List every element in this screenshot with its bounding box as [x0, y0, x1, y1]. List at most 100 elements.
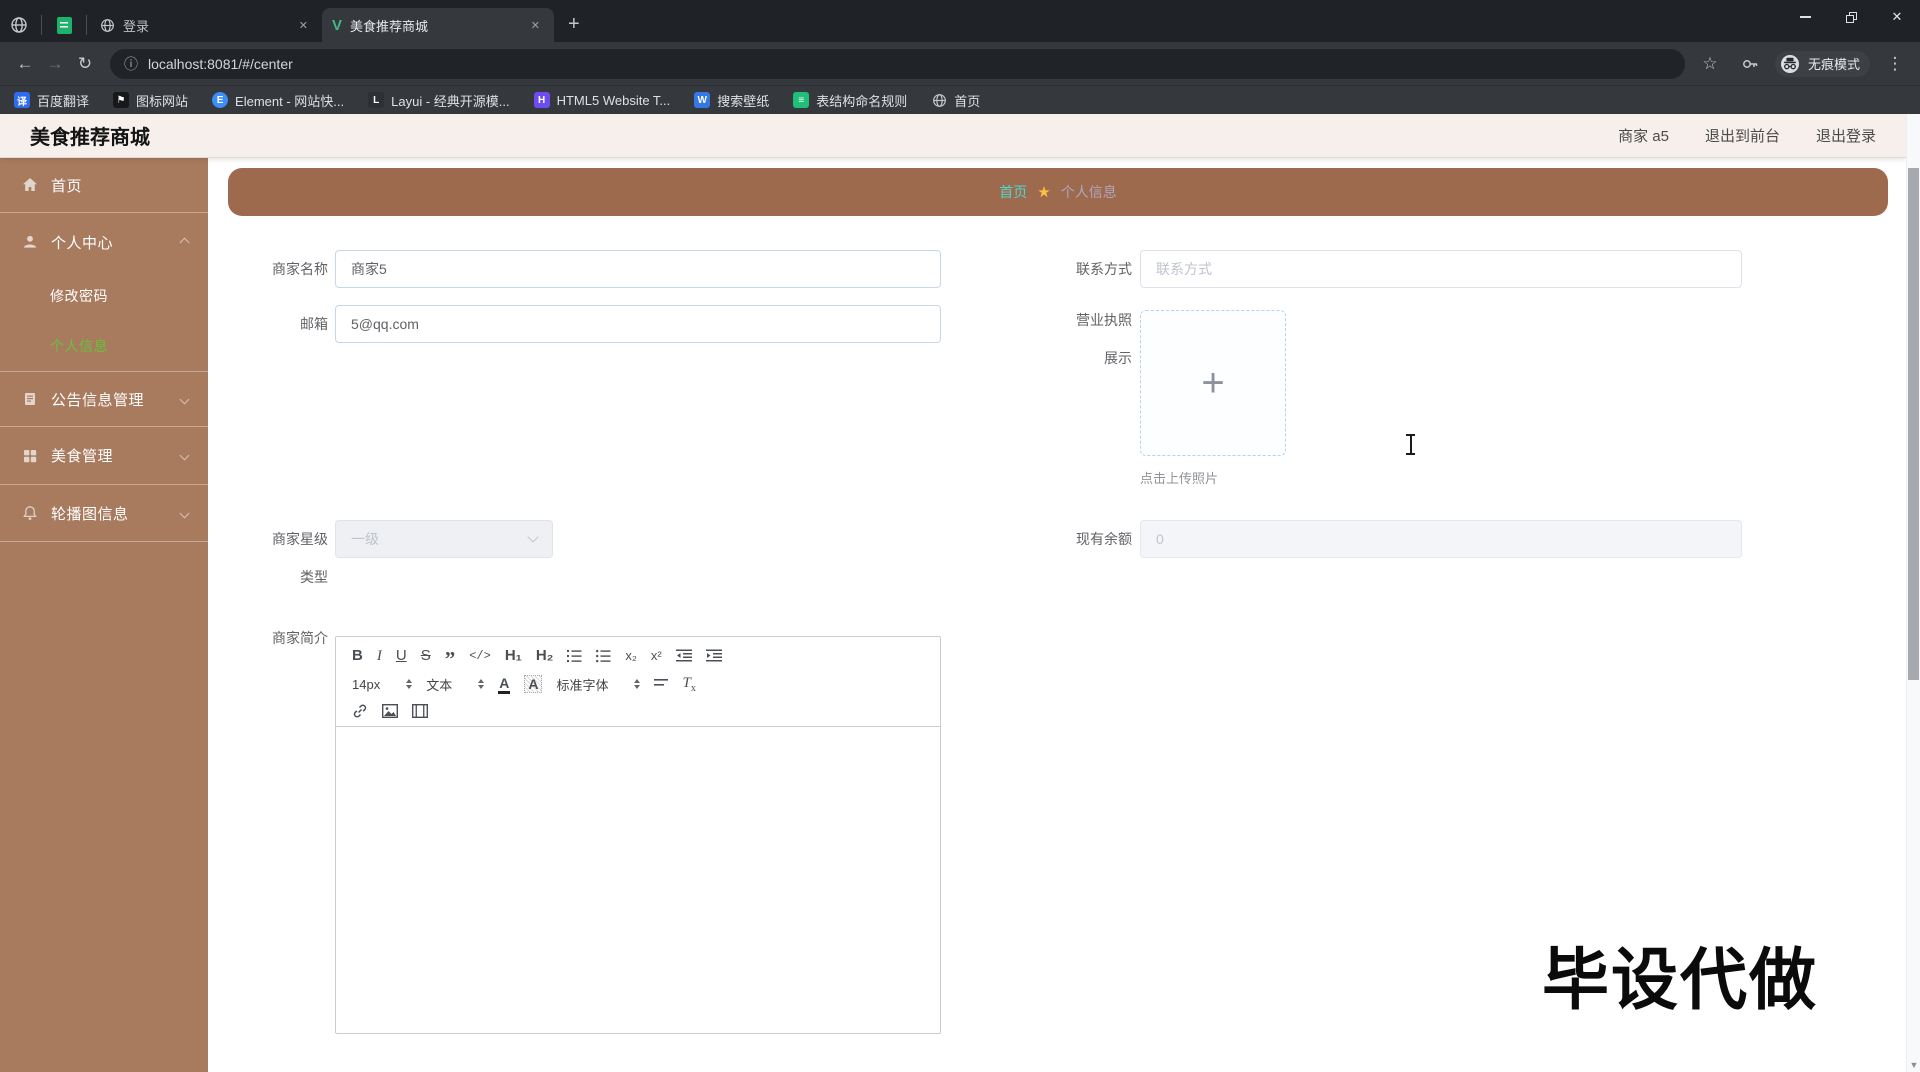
outdent-icon[interactable]	[675, 649, 692, 663]
site-info-icon[interactable]: ⓘ	[124, 54, 138, 74]
sidebar-item-home[interactable]: 首页	[0, 158, 208, 213]
browser-tab-strip: 登录 ✕ V 美食推荐商城 ✕ + ✕	[0, 0, 1920, 42]
license-label-line1: 营业执照	[1076, 312, 1132, 328]
font-family-picker[interactable]: 标准字体	[556, 675, 641, 694]
contact-label: 联系方式	[1076, 261, 1132, 277]
star-level-label-line1: 商家星级	[272, 531, 328, 547]
sidebar-item-carousel-info[interactable]: 轮播图信息	[0, 485, 208, 542]
scrollbar-down-arrow-icon[interactable]: ▼	[1907, 1060, 1920, 1070]
merchant-name-input[interactable]	[335, 250, 941, 288]
logout-link[interactable]: 退出登录	[1816, 125, 1876, 146]
text-color-icon[interactable]: A	[498, 675, 511, 694]
header-1-icon[interactable]: H₁	[505, 647, 522, 665]
balance-label: 现有余额	[1076, 531, 1132, 547]
contact-input[interactable]	[1140, 250, 1742, 288]
bookmark-label: 图标网站	[136, 93, 189, 109]
blockquote-icon[interactable]: ”	[445, 646, 456, 670]
tab-close-icon[interactable]: ✕	[295, 17, 312, 34]
breadcrumb: 首页 ★ 个人信息	[228, 168, 1888, 216]
bookmark-table-naming[interactable]: ≡ 表结构命名规则	[793, 91, 907, 110]
bookmark-element[interactable]: E Element - 网站快...	[212, 91, 344, 110]
breadcrumb-home-link[interactable]: 首页	[999, 182, 1027, 202]
pinned-tab-1[interactable]	[0, 8, 38, 42]
browser-menu-icon[interactable]: ⋮	[1880, 49, 1910, 79]
strikethrough-icon[interactable]: S	[421, 647, 431, 665]
header-2-icon[interactable]: H₂	[536, 647, 554, 665]
license-upload-dropzone[interactable]: +	[1140, 310, 1286, 456]
bookmark-label: 搜索壁纸	[717, 93, 770, 109]
email-label: 邮箱	[300, 316, 328, 332]
email-input[interactable]	[335, 305, 941, 343]
italic-icon[interactable]: I	[377, 647, 382, 665]
bookmark-star-icon[interactable]: ☆	[1695, 49, 1725, 79]
close-button[interactable]: ✕	[1874, 0, 1920, 34]
exit-to-front-link[interactable]: 退出到前台	[1705, 125, 1780, 146]
underline-icon[interactable]: U	[396, 647, 407, 665]
star-level-select[interactable]: 一级	[335, 520, 553, 558]
carousel-bell-icon	[23, 506, 37, 520]
bold-icon[interactable]: B	[352, 647, 363, 665]
star-icon: ★	[1037, 184, 1051, 201]
image-icon[interactable]	[382, 703, 398, 718]
text-style-picker[interactable]: 文本	[426, 675, 485, 694]
bookmark-baidu-translate[interactable]: 译 百度翻译	[14, 91, 89, 110]
bookmark-label: 首页	[954, 93, 981, 109]
upload-hint: 点击上传照片	[1140, 471, 1219, 486]
bookmark-wallpaper[interactable]: W 搜索壁纸	[694, 91, 769, 110]
tab-close-icon[interactable]: ✕	[527, 17, 544, 34]
link-icon[interactable]	[352, 703, 368, 719]
address-bar[interactable]: ⓘ localhost:8081/#/center	[110, 48, 1685, 79]
sidebar-item-change-password[interactable]: 修改密码	[0, 271, 208, 320]
bookmark-favicon: H	[533, 92, 550, 108]
forward-button[interactable]: →	[40, 49, 70, 79]
editor-toolbar-row-3	[352, 703, 924, 719]
bookmark-home[interactable]: 首页	[931, 91, 980, 110]
code-block-icon[interactable]: </>	[469, 649, 491, 663]
sheet-icon	[56, 16, 72, 34]
scrollbar-thumb[interactable]	[1908, 168, 1919, 680]
editor-toolbar-row-2: 14px 文本 A A 标准字体 Tx	[352, 675, 924, 694]
bookmark-favicon: L	[368, 92, 385, 108]
bookmark-html5[interactable]: H HTML5 Website T...	[533, 92, 670, 108]
tab-divider	[86, 15, 87, 35]
password-key-icon[interactable]	[1735, 49, 1765, 79]
sidebar-item-food-management[interactable]: 美食管理	[0, 427, 208, 485]
tab-login[interactable]: 登录 ✕	[90, 8, 322, 42]
font-size-picker[interactable]: 14px	[352, 677, 413, 692]
editor-content[interactable]	[336, 727, 940, 1033]
restore-icon	[1845, 11, 1857, 23]
globe-icon	[101, 18, 114, 32]
subscript-icon[interactable]: x₂	[625, 648, 637, 664]
bookmark-icon-site[interactable]: ⚑ 图标网站	[113, 91, 188, 110]
chevron-down-icon	[179, 450, 190, 461]
ordered-list-icon[interactable]	[567, 649, 582, 663]
reload-button[interactable]: ↻	[70, 49, 100, 79]
video-icon[interactable]	[412, 703, 428, 718]
highlight-color-icon[interactable]: A	[524, 675, 543, 694]
superscript-icon[interactable]: x²	[651, 648, 662, 664]
new-tab-button[interactable]: +	[554, 14, 594, 42]
sidebar-item-personal-center[interactable]: 个人中心	[0, 213, 208, 271]
updown-caret-icon	[478, 679, 485, 690]
screen: 登录 ✕ V 美食推荐商城 ✕ + ✕ ← → ↻ ⓘ localhost:80…	[0, 0, 1920, 1072]
sidebar-item-label: 首页	[51, 177, 83, 195]
line-height-icon[interactable]	[654, 678, 669, 690]
balance-input	[1140, 520, 1742, 558]
minimize-button[interactable]	[1782, 0, 1828, 34]
page-scrollbar[interactable]: ▼	[1906, 114, 1920, 1072]
bullet-list-icon[interactable]	[596, 649, 611, 663]
back-button[interactable]: ←	[10, 49, 40, 79]
app-title: 美食推荐商城	[30, 127, 150, 149]
indent-icon[interactable]	[705, 649, 722, 663]
sidebar-item-notice-management[interactable]: 公告信息管理	[0, 372, 208, 427]
tab-app[interactable]: V 美食推荐商城 ✕	[322, 8, 554, 42]
bookmark-layui[interactable]: L Layui - 经典开源模...	[368, 91, 510, 110]
tab-title: 登录	[123, 18, 150, 34]
pinned-tab-2[interactable]	[45, 8, 83, 42]
globe-icon	[931, 92, 947, 108]
vue-favicon: V	[332, 16, 343, 34]
clear-format-icon[interactable]: Tx	[682, 675, 695, 694]
sidebar-item-profile-active[interactable]: 个人信息	[0, 320, 208, 371]
restore-button[interactable]	[1828, 0, 1874, 34]
incognito-icon	[1780, 54, 1800, 74]
